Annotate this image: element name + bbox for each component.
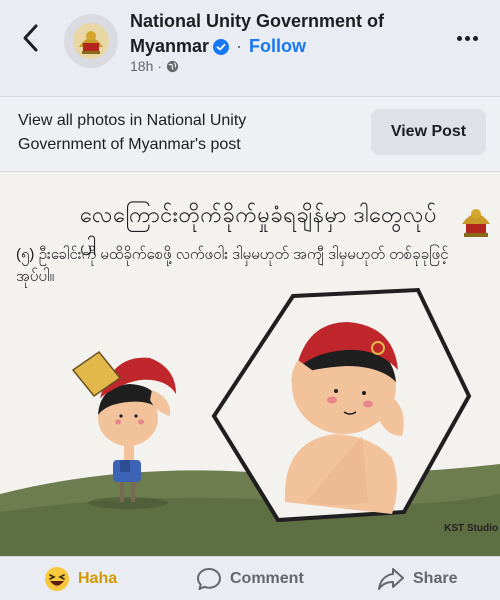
more-dot-icon [464,35,470,41]
globe-icon [166,60,179,72]
chevron-left-icon [23,24,38,52]
page-name-line1[interactable]: National Unity Government of [130,11,384,31]
comment-button[interactable]: Comment [196,557,304,600]
back-button[interactable] [14,20,46,56]
post-image[interactable]: လေကြောင်းတိုက်ခိုက်မှုခံရချိန်မှာ ဒါတွေလ… [0,172,500,556]
verified-badge-icon [213,37,230,62]
post-meta: 18h · [130,58,179,74]
more-dot-icon [456,35,462,41]
more-options-button[interactable] [452,28,482,48]
follow-button[interactable]: Follow [249,36,306,56]
haha-emoji-icon [45,567,69,591]
page-name-line2[interactable]: Myanmar [130,36,209,56]
post-actions-bar: Haha Comment Share [0,556,500,600]
meta-separator: · [157,58,163,74]
emblem-icon [73,23,109,59]
emblem-logo [458,202,494,245]
page-avatar[interactable] [64,14,118,68]
comment-icon [197,568,221,590]
share-button[interactable]: Share [377,557,457,600]
haha-label: Haha [78,570,118,587]
emblem-icon [462,209,490,237]
illustration-body-text: (၅) ဦးခေါင်းကို မထိခိုက်စေဖို့ လက်ဖဝါး ဒ… [16,246,449,285]
timestamp[interactable]: 18h [130,58,153,74]
share-icon [378,568,404,590]
page-name: National Unity Government of Myanmar · F… [130,9,430,62]
kst-studio-logo: KST Studio [444,523,498,534]
share-label: Share [413,570,458,587]
haha-reaction-button[interactable]: Haha [44,557,117,600]
separator-dot: · [231,36,248,56]
view-post-button[interactable]: View Post [371,109,486,155]
view-all-photos-text[interactable]: View all photos in National Unity Govern… [18,109,338,157]
more-dot-icon [472,35,478,41]
comment-label: Comment [230,570,304,587]
post-header: National Unity Government of Myanmar · F… [0,0,500,96]
